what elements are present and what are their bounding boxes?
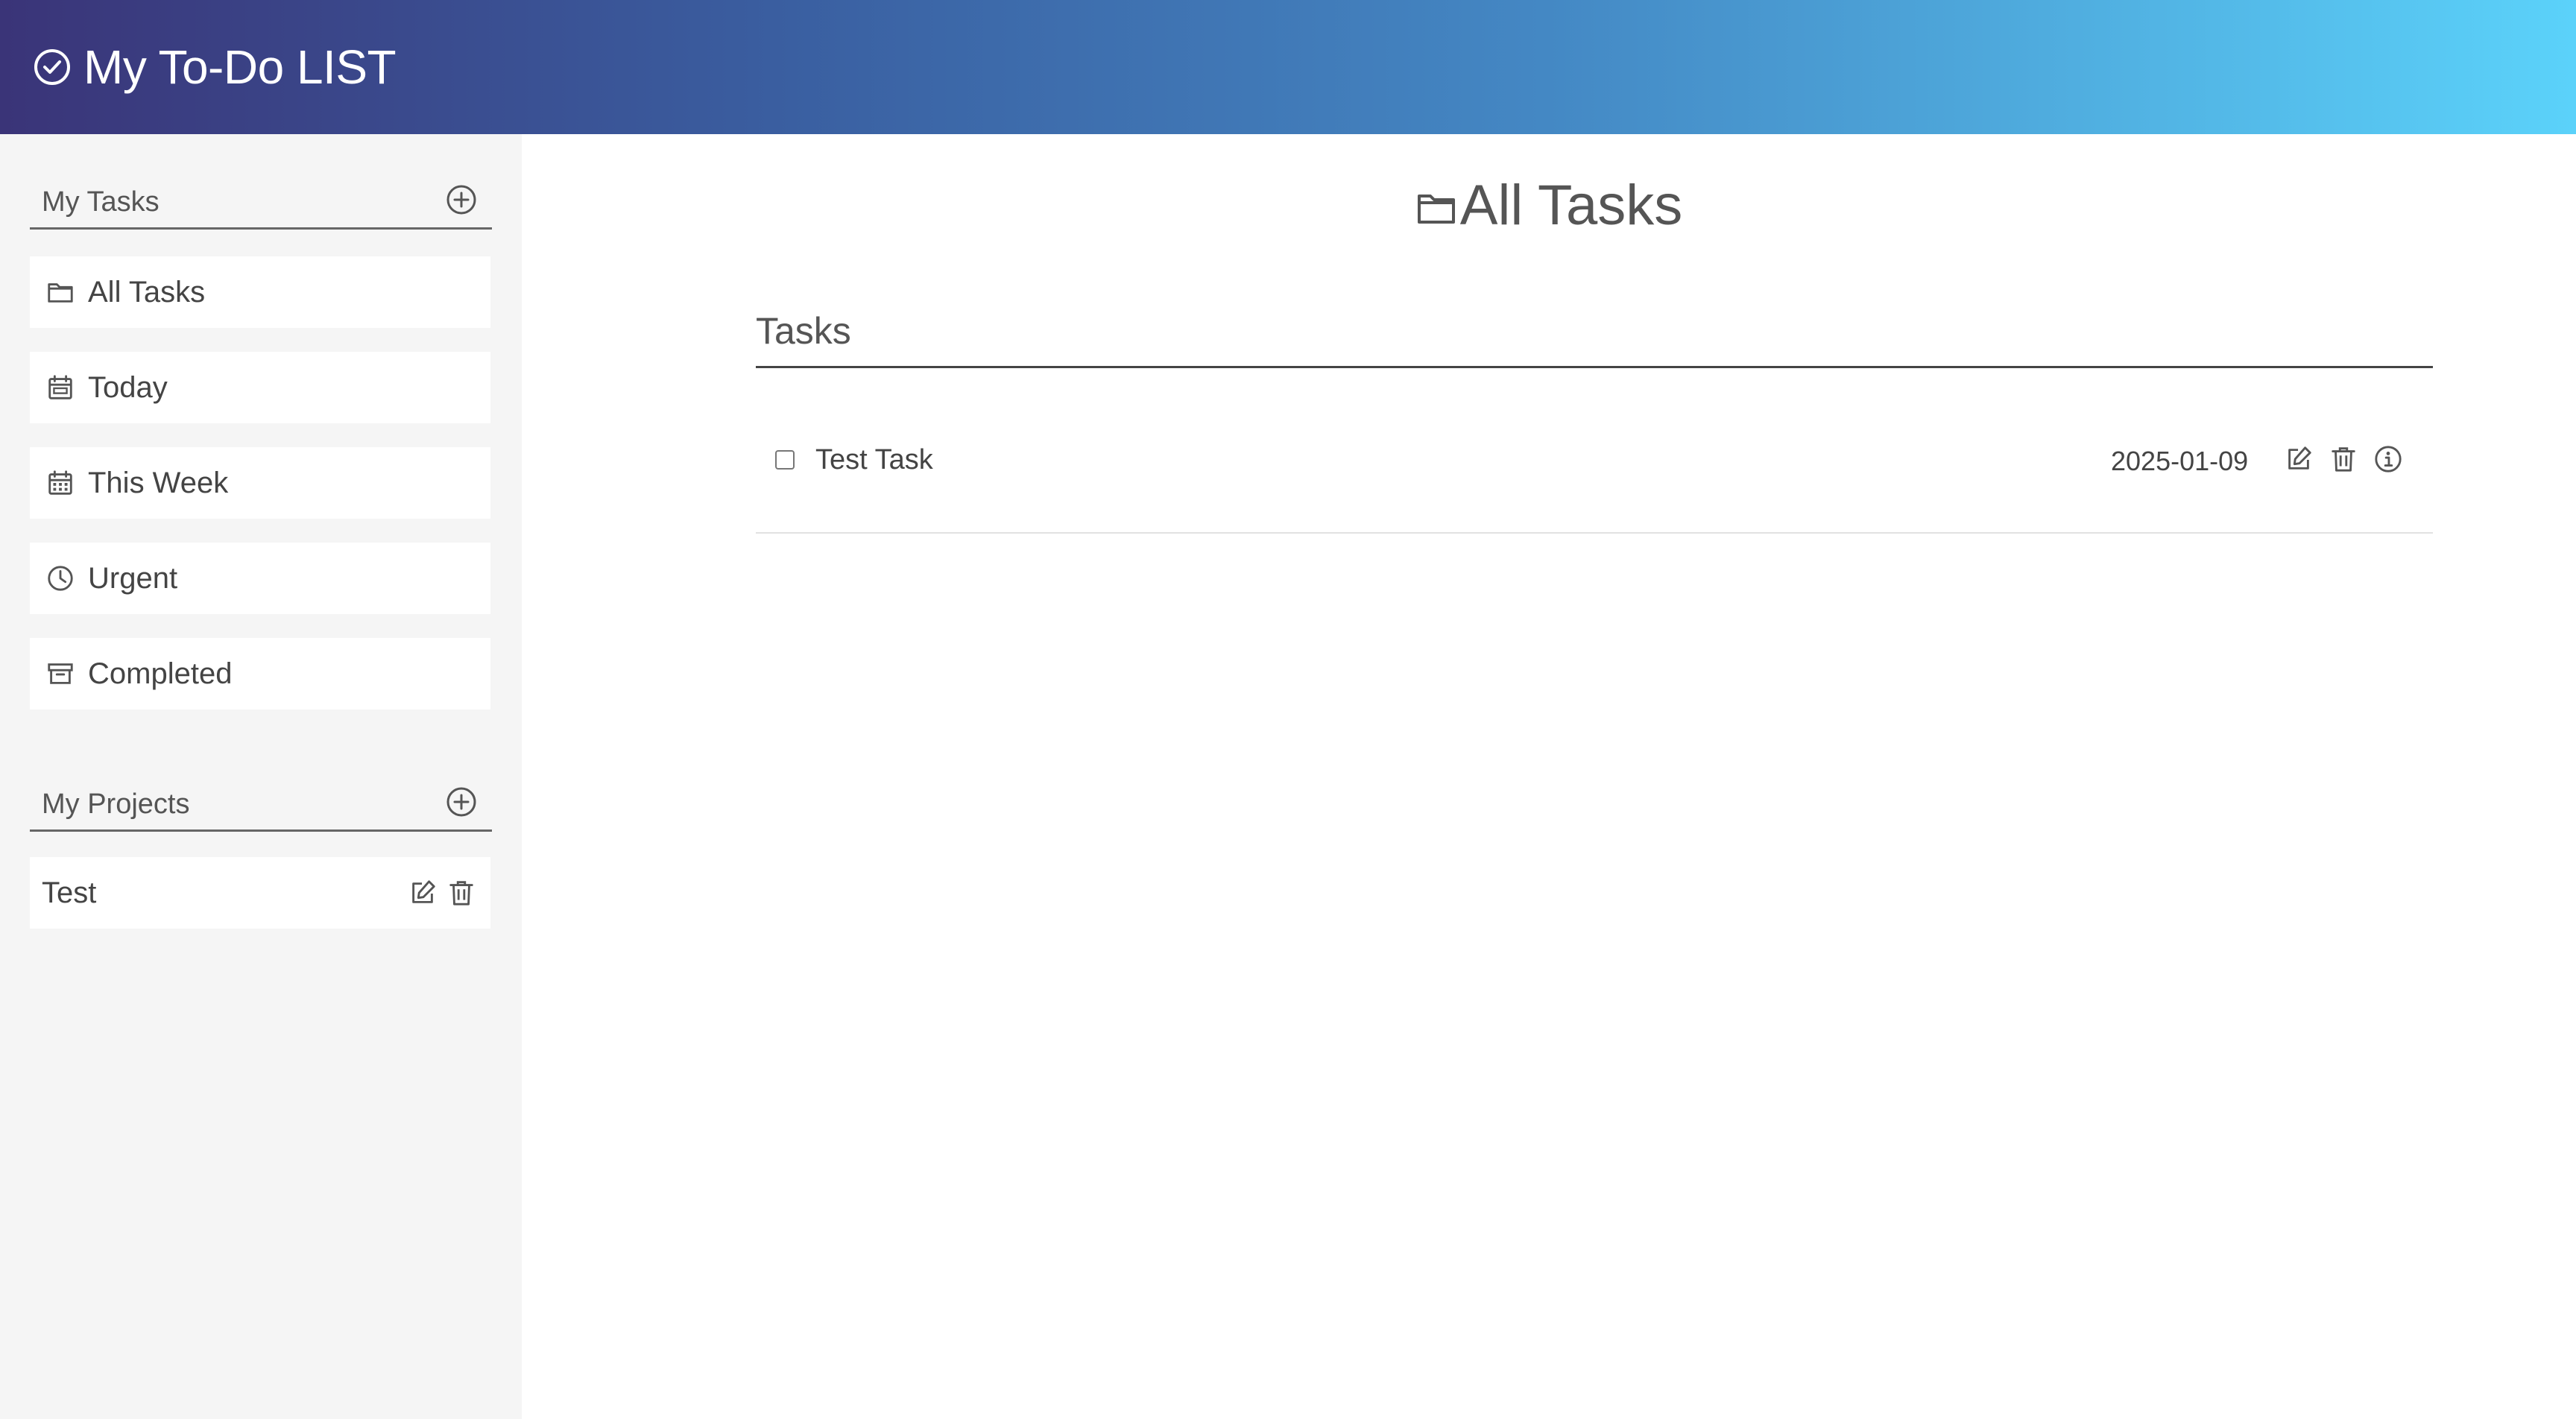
page-title: All Tasks — [522, 168, 2576, 242]
app-header: My To-Do LIST — [0, 0, 2576, 134]
sidebar-item-urgent[interactable]: Urgent — [30, 543, 490, 614]
add-project-plus-circle-icon[interactable] — [444, 785, 479, 819]
my-projects-label: My Projects — [42, 788, 190, 820]
edit-icon[interactable] — [2282, 443, 2315, 475]
my-tasks-label: My Tasks — [42, 186, 160, 218]
task-due-date: 2025-01-09 — [2111, 446, 2249, 476]
folder-icon — [1417, 195, 1455, 224]
sidebar-item-label: Completed — [88, 657, 233, 690]
sidebar-item-today[interactable]: Today — [30, 352, 490, 423]
calendar-week-icon — [45, 467, 76, 499]
project-label: Test — [42, 876, 97, 909]
clock-icon — [45, 563, 76, 594]
sidebar-item-completed[interactable]: Completed — [30, 638, 490, 710]
folder-icon — [45, 276, 76, 308]
tasks-label: Tasks — [756, 310, 851, 352]
project-item-test[interactable]: Test — [30, 857, 490, 929]
task-row[interactable]: Test Task 2025-01-09 — [756, 417, 2433, 534]
sidebar-item-this-week[interactable]: This Week — [30, 447, 490, 519]
archive-icon — [45, 658, 76, 689]
trash-icon[interactable] — [2327, 443, 2360, 475]
add-task-plus-circle-icon[interactable] — [444, 183, 479, 217]
my-tasks-section-header: My Tasks — [30, 134, 492, 230]
trash-icon[interactable] — [446, 877, 477, 908]
sidebar-item-label: Today — [88, 370, 168, 404]
tasks-section-header: Tasks — [756, 301, 2433, 368]
page-title-text: All Tasks — [1459, 173, 1683, 237]
check-circle-icon — [34, 49, 70, 85]
edit-icon[interactable] — [407, 877, 438, 908]
task-title: Test Task — [815, 444, 933, 475]
sidebar-item-label: All Tasks — [88, 275, 206, 309]
my-projects-section-header: My Projects — [30, 736, 492, 832]
sidebar-item-label: This Week — [88, 466, 229, 499]
sidebar-item-all-tasks[interactable]: All Tasks — [30, 256, 490, 328]
sidebar-item-label: Urgent — [88, 561, 178, 595]
info-icon[interactable] — [2372, 443, 2405, 475]
calendar-icon — [45, 372, 76, 403]
task-complete-checkbox[interactable] — [775, 450, 795, 470]
app-title: My To-Do LIST — [83, 40, 397, 94]
sidebar: My Tasks All Tasks Today This Week Urgen… — [0, 134, 522, 1419]
